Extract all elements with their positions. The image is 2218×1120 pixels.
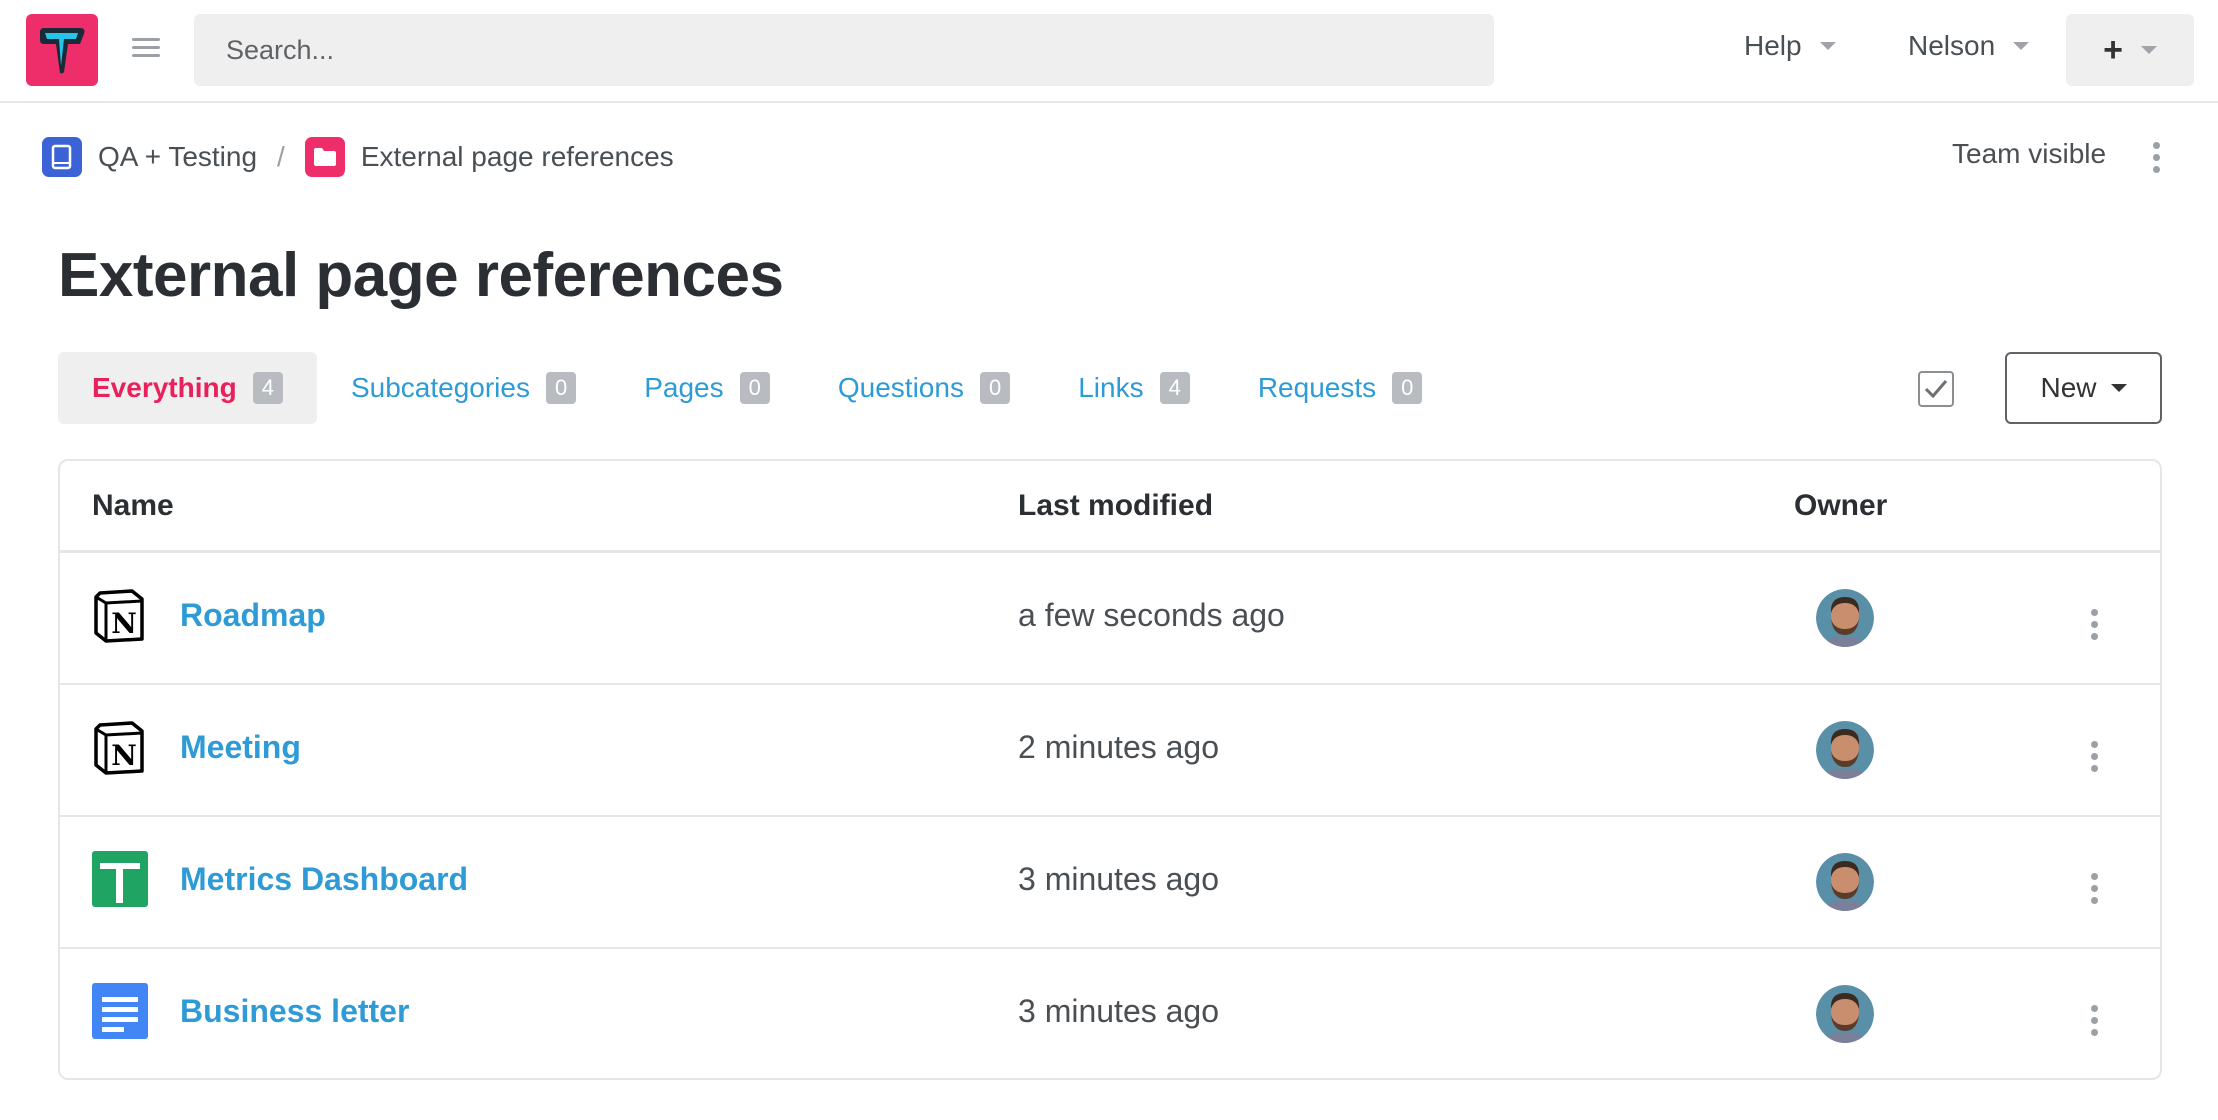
- table-row: Business letter 3 minutes ago: [60, 949, 2160, 1078]
- chevron-down-icon: [2140, 46, 2157, 54]
- row-options-icon[interactable]: [2090, 741, 2098, 777]
- table-row: Metrics Dashboard 3 minutes ago: [60, 817, 2160, 949]
- tab-requests[interactable]: Requests 0: [1224, 352, 1457, 424]
- row-options-icon[interactable]: [2090, 609, 2098, 645]
- menu-toggle-icon[interactable]: [132, 38, 160, 62]
- count-badge: 0: [739, 372, 770, 404]
- tab-label: Pages: [644, 372, 724, 403]
- item-link[interactable]: Meeting: [180, 729, 301, 766]
- owner-avatar[interactable]: [1816, 853, 1874, 911]
- page-options-icon[interactable]: [2152, 142, 2160, 178]
- table-row: N Roadmap a few seconds ago: [60, 553, 2160, 685]
- row-options-icon[interactable]: [2090, 873, 2098, 909]
- owner-avatar[interactable]: [1816, 589, 1874, 647]
- breadcrumb-separator: /: [277, 141, 285, 172]
- create-button[interactable]: +: [2066, 14, 2194, 86]
- plus-icon: +: [2103, 30, 2123, 69]
- user-name: Nelson: [1908, 30, 1996, 61]
- item-link[interactable]: Metrics Dashboard: [180, 861, 468, 898]
- content-tabs: Everything 4 Subcategories 0 Pages 0 Que…: [58, 352, 1456, 424]
- google-sheets-icon: [92, 851, 148, 907]
- column-header-owner[interactable]: Owner: [1794, 489, 1887, 523]
- row-options-icon[interactable]: [2090, 1005, 2098, 1041]
- count-badge: 4: [252, 372, 283, 404]
- new-button-label: New: [2040, 372, 2097, 403]
- breadcrumb-current: External page references: [360, 141, 674, 172]
- google-docs-icon: [92, 983, 148, 1039]
- item-link[interactable]: Roadmap: [180, 597, 326, 634]
- search-input[interactable]: [194, 14, 1494, 86]
- folder-icon: [304, 137, 345, 177]
- tab-label: Questions: [837, 372, 964, 403]
- svg-text:N: N: [111, 739, 137, 772]
- column-header-name[interactable]: Name: [92, 489, 174, 523]
- owner-avatar[interactable]: [1816, 721, 1874, 779]
- logo-icon: [40, 28, 85, 74]
- owner-avatar[interactable]: [1816, 985, 1874, 1043]
- chevron-down-icon: [1819, 42, 1836, 50]
- table-header: Name Last modified Owner: [60, 461, 2160, 553]
- breadcrumb-parent-link[interactable]: QA + Testing: [98, 141, 257, 173]
- book-icon: [42, 137, 82, 177]
- search-bar[interactable]: [194, 14, 1494, 86]
- svg-text:N: N: [111, 607, 137, 640]
- content-table: Name Last modified Owner N Roadmap a few…: [58, 459, 2162, 1080]
- new-button[interactable]: New: [2005, 352, 2162, 424]
- chevron-down-icon: [2110, 384, 2127, 392]
- tab-questions[interactable]: Questions 0: [804, 352, 1044, 424]
- count-badge: 0: [1392, 372, 1423, 404]
- count-badge: 0: [979, 372, 1011, 404]
- tab-label: Links: [1078, 372, 1144, 403]
- tab-links[interactable]: Links 4: [1044, 352, 1224, 424]
- last-modified-text: 3 minutes ago: [1018, 861, 1220, 897]
- page-title: External page references: [58, 241, 784, 310]
- top-navigation-bar: Help Nelson +: [0, 0, 2218, 103]
- table-row: N Meeting 2 minutes ago: [60, 685, 2160, 817]
- last-modified-text: 2 minutes ago: [1018, 729, 1220, 765]
- visibility-status[interactable]: Team visible: [1952, 138, 2106, 170]
- user-dropdown[interactable]: Nelson: [1908, 30, 2030, 62]
- checkmark-icon: [1924, 380, 1948, 399]
- chevron-down-icon: [2013, 42, 2030, 50]
- column-header-last-modified[interactable]: Last modified: [1018, 489, 1213, 523]
- breadcrumb: QA + Testing / External page references: [42, 136, 674, 178]
- tab-label: Everything: [92, 372, 237, 403]
- help-dropdown[interactable]: Help: [1744, 30, 1836, 62]
- tab-label: Subcategories: [350, 372, 530, 403]
- count-badge: 4: [1159, 372, 1190, 404]
- tab-pages[interactable]: Pages 0: [610, 352, 804, 424]
- bulk-select-checkbox[interactable]: [1918, 371, 1954, 407]
- tab-everything[interactable]: Everything 4: [58, 352, 317, 424]
- app-logo[interactable]: [26, 14, 98, 86]
- tab-subcategories[interactable]: Subcategories 0: [317, 352, 610, 424]
- last-modified-text: 3 minutes ago: [1018, 993, 1220, 1029]
- tab-label: Requests: [1257, 372, 1377, 403]
- notion-icon: N: [94, 721, 144, 775]
- item-link[interactable]: Business letter: [180, 993, 409, 1030]
- notion-icon: N: [94, 589, 144, 643]
- help-label: Help: [1744, 30, 1802, 61]
- count-badge: 0: [545, 372, 577, 404]
- last-modified-text: a few seconds ago: [1018, 597, 1285, 633]
